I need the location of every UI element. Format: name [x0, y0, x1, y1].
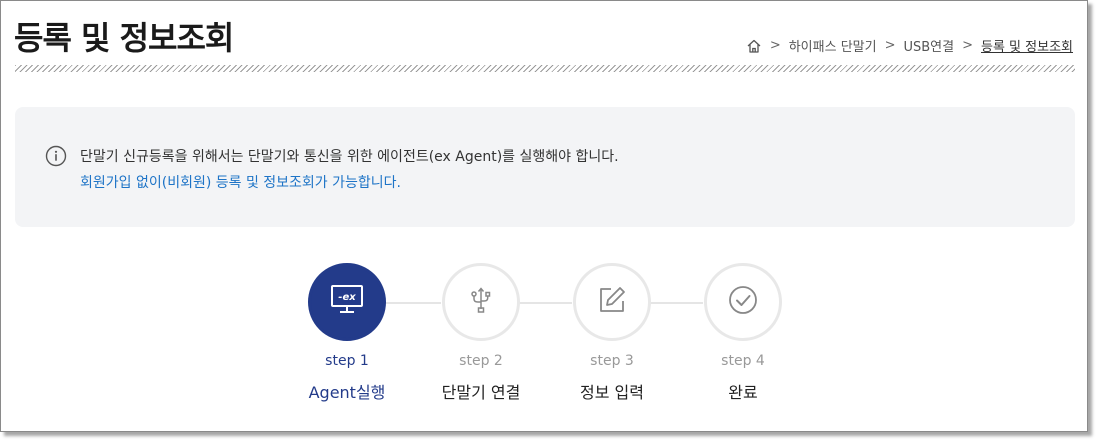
step-circle	[573, 263, 651, 341]
notice-subtext: 회원가입 없이(비회원) 등록 및 정보조회가 가능합니다.	[80, 175, 401, 191]
check-circle-icon	[727, 284, 759, 320]
step-1: -ex step 1 Agent실행	[307, 263, 387, 402]
step-name: Agent실행	[308, 383, 386, 402]
usb-icon	[466, 285, 496, 319]
step-3: step 3 정보 입력	[572, 263, 652, 402]
step-connector	[647, 302, 703, 304]
step-circle	[704, 263, 782, 341]
svg-text:-ex: -ex	[338, 292, 356, 303]
ex-monitor-icon: -ex	[330, 284, 364, 320]
step-connector	[516, 302, 572, 304]
step-name: 단말기 연결	[441, 383, 521, 402]
step-name: 정보 입력	[580, 383, 644, 402]
breadcrumb: > 하이패스 단말기 > USB연결 > 등록 및 정보조회	[746, 36, 1073, 55]
step-number: step 2	[459, 353, 503, 369]
chevron-right-icon: >	[884, 38, 896, 53]
breadcrumb-item[interactable]: USB연결	[903, 36, 954, 55]
info-icon	[45, 145, 67, 167]
step-2: step 2 단말기 연결	[441, 263, 521, 402]
step-connector	[385, 302, 441, 304]
divider	[15, 65, 1075, 72]
step-circle: -ex	[308, 263, 386, 341]
step-number: step 3	[590, 353, 634, 369]
page-title: 등록 및 정보조회	[14, 19, 234, 57]
home-icon[interactable]	[746, 38, 762, 54]
notice-text: 단말기 신규등록을 위해서는 단말기와 통신을 위한 에이전트(ex Agent…	[80, 149, 619, 165]
step-indicator: -ex step 1 Agent실행 step 2 단말기 연결 step 3 …	[307, 263, 787, 413]
edit-icon	[596, 284, 628, 320]
breadcrumb-item[interactable]: 하이패스 단말기	[789, 36, 877, 55]
step-number: step 4	[721, 353, 765, 369]
breadcrumb-current[interactable]: 등록 및 정보조회	[981, 36, 1073, 55]
step-4: step 4 완료	[703, 263, 783, 402]
chevron-right-icon: >	[962, 38, 973, 53]
chevron-right-icon: >	[769, 38, 781, 53]
step-name: 완료	[728, 383, 758, 402]
window-frame: 등록 및 정보조회 > 하이패스 단말기 > USB연결 > 등록 및 정보조회…	[0, 0, 1088, 432]
step-circle	[442, 263, 520, 341]
step-number: step 1	[325, 353, 369, 369]
notice-panel: 단말기 신규등록을 위해서는 단말기와 통신을 위한 에이전트(ex Agent…	[15, 107, 1075, 227]
